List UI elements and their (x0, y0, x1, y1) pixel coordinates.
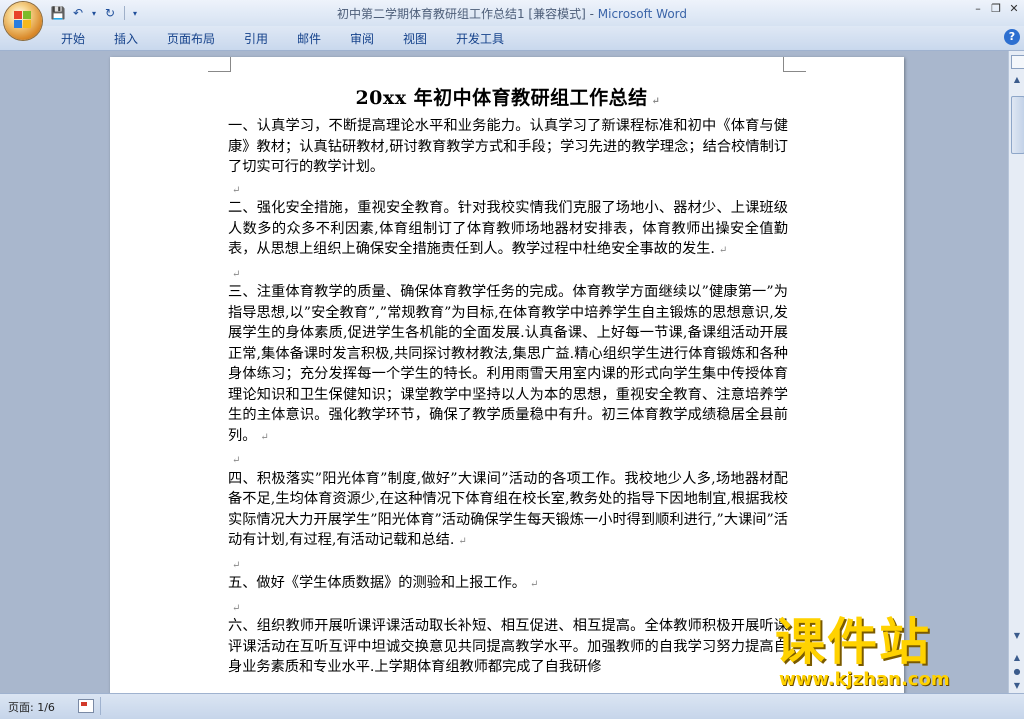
status-divider (100, 697, 101, 715)
status-bar: 页面: 1/6 (0, 693, 1024, 719)
paragraph: 五、做好《学生体质数据》的测验和上报工作。 ↵ (228, 575, 539, 591)
margin-corner-marker (208, 57, 231, 72)
ruler-toggle-icon[interactable] (1011, 55, 1024, 69)
title-bar: 💾 ↶ ▾ ↻ ▾ 初中第二学期体育教研组工作总结1 [兼容模式] - Micr… (0, 0, 1024, 26)
tab-review[interactable]: 审阅 (350, 30, 374, 47)
empty-paragraph: ↵ (232, 268, 241, 280)
tab-mailings[interactable]: 邮件 (297, 30, 321, 47)
vertical-scrollbar[interactable]: ▲ ▼ ▲ ● ▼ (1008, 51, 1024, 693)
scroll-up-icon[interactable]: ▲ (1010, 73, 1024, 87)
help-icon[interactable]: ? (1004, 29, 1020, 45)
tab-references[interactable]: 引用 (244, 30, 268, 47)
page-indicator[interactable]: 页面: 1/6 (8, 699, 55, 715)
document-content[interactable]: 20xx 年初中体育教研组工作总结 ↵ 一、认真学习，不断提高理论水平和业务能力。… (228, 79, 788, 678)
document-workspace: 20xx 年初中体育教研组工作总结 ↵ 一、认真学习，不断提高理论水平和业务能力。… (0, 51, 1008, 693)
window-title: 初中第二学期体育教研组工作总结1 [兼容模式] - Microsoft Word (0, 5, 1024, 22)
watermark-title: 课件站 (775, 613, 931, 671)
document-title: 20xx 年初中体育教研组工作总结 ↵ (355, 87, 661, 109)
margin-corner-marker (783, 57, 806, 72)
paragraph: 六、组织教师开展听课评课活动取长补短、相互促进、相互提高。全体教师积极开展听课评… (228, 618, 788, 675)
minimize-icon[interactable]: – (972, 2, 984, 15)
empty-paragraph: ↵ (232, 184, 241, 196)
scrollbar-thumb[interactable] (1011, 96, 1024, 154)
tab-view[interactable]: 视图 (403, 30, 427, 47)
empty-paragraph: ↵ (232, 455, 241, 466)
document-name: 初中第二学期体育教研组工作总结1 [兼容模式] - (336, 7, 598, 21)
tab-insert[interactable]: 插入 (114, 30, 138, 47)
office-button[interactable] (4, 2, 42, 40)
tab-home[interactable]: 开始 (61, 30, 85, 47)
tab-page-layout[interactable]: 页面布局 (167, 30, 215, 47)
office-logo-icon (14, 11, 32, 29)
ribbon-tabs: 开始 插入 页面布局 引用 邮件 审阅 视图 开发工具 ? (0, 26, 1024, 51)
empty-paragraph: ↵ (232, 559, 241, 571)
app-name: Microsoft Word (597, 7, 688, 21)
tab-developer[interactable]: 开发工具 (456, 30, 504, 47)
watermark-url: www.kjzhan.com (779, 669, 950, 690)
paragraph: 一、认真学习，不断提高理论水平和业务能力。认真学习了新课程标准和初中《体育与健康… (228, 118, 788, 175)
window-controls: – ❐ ✕ (972, 2, 1020, 15)
paragraph: 三、注重体育教学的质量、确保体育教学任务的完成。体育教学方面继续以”健康第一”为… (228, 284, 788, 444)
watermark-logo: 课件站 www.kjzhan.com (775, 615, 1015, 695)
document-page[interactable]: 20xx 年初中体育教研组工作总结 ↵ 一、认真学习，不断提高理论水平和业务能力。… (110, 57, 904, 693)
close-icon[interactable]: ✕ (1008, 2, 1020, 15)
paragraph: 四、积极落实”阳光体育”制度,做好”大课间”活动的各项工作。我校地少人多,场地器… (228, 470, 788, 549)
empty-paragraph: ↵ (232, 602, 241, 614)
paragraph: 二、强化安全措施，重视安全教育。针对我校实情我们克服了场地小、器材少、上课班级人… (228, 200, 788, 257)
restore-icon[interactable]: ❐ (990, 2, 1002, 15)
proofing-icon[interactable] (78, 699, 94, 713)
